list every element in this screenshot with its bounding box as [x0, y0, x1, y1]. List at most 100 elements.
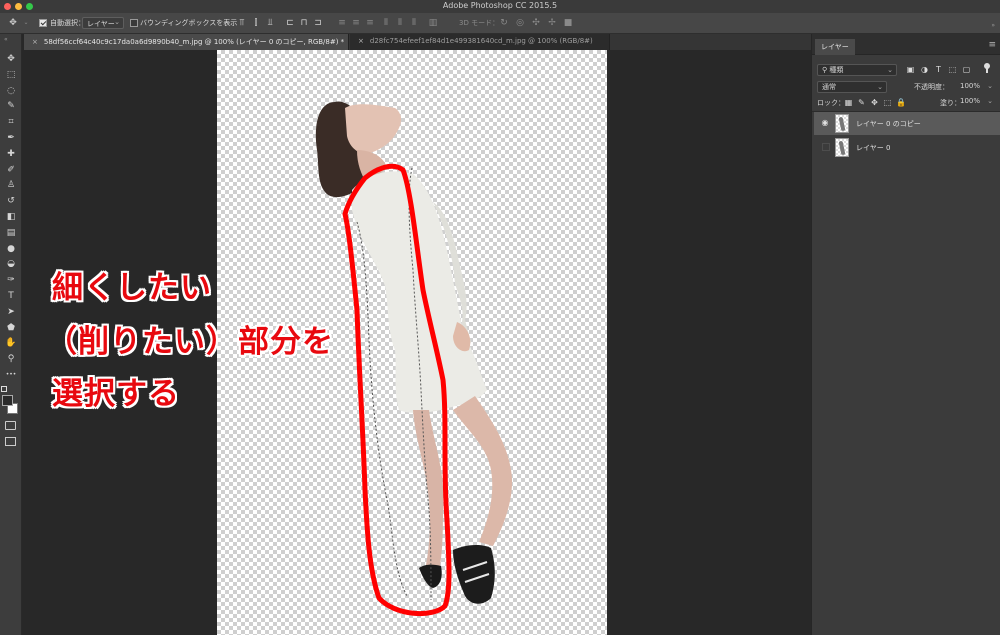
auto-select-checkbox[interactable] [39, 19, 47, 27]
filter-adjustment-icon[interactable]: ◑ [920, 65, 929, 74]
lock-position-icon[interactable]: ✥ [870, 98, 879, 107]
foreground-color-swatch[interactable] [2, 395, 13, 406]
fill-value: 100% [960, 97, 981, 105]
align-right-icon[interactable]: ⊐ [313, 18, 323, 28]
marquee-tool-icon[interactable]: ⬚ [3, 68, 19, 82]
opacity-input[interactable]: 100% ⌄ [956, 81, 996, 93]
tools-panel: « ✥ ⬚ ◌ ✎ ⌗ ✒ ✚ ✐ ♙ ↺ ◧ ▤ ● ◒ ✑ T ➤ ⬟ ✋ ⚲ ••• [0, 34, 22, 635]
blur-tool-icon[interactable]: ● [3, 242, 19, 256]
eyedropper-tool-icon[interactable]: ✒ [3, 131, 19, 145]
filter-kind-select[interactable]: ⚲ 種類 ⌄ [817, 64, 897, 76]
layer-row[interactable]: ◉ レイヤー 0 のコピー [814, 112, 1000, 135]
type-tool-icon[interactable]: T [3, 289, 19, 303]
brush-tool-icon[interactable]: ✐ [3, 163, 19, 177]
eye-icon[interactable]: ◉ [820, 118, 830, 128]
path-select-tool-icon[interactable]: ➤ [3, 305, 19, 319]
distribute-bottom-icon[interactable]: ≡ [365, 18, 375, 28]
distribute-vcenter-icon[interactable]: ≡ [351, 18, 361, 28]
pen-tool-icon[interactable]: ✑ [3, 273, 19, 287]
eraser-tool-icon[interactable]: ◧ [3, 210, 19, 224]
zoom-tool-icon[interactable]: ⚲ [3, 352, 19, 366]
default-colors-icon[interactable] [1, 386, 7, 392]
align-left-icon[interactable]: ⊏ [285, 18, 295, 28]
more-tools-icon[interactable]: ••• [3, 368, 19, 382]
filter-type-icon[interactable]: T [934, 65, 943, 74]
lock-artboard-icon[interactable]: ⬚ [883, 98, 892, 107]
hand-tool-icon[interactable]: ✋ [3, 336, 19, 350]
move-tool-preset-icon[interactable]: ✥ [8, 18, 18, 28]
align-horizontal-center-icon[interactable]: ⊓ [299, 18, 309, 28]
move-tool-icon[interactable]: ✥ [3, 52, 19, 66]
panel-menu-icon[interactable]: ≡ [988, 40, 996, 50]
doc-tab-1-label: 58df56ccf64c40c9c17da0a6d9890b40_m.jpg @… [43, 38, 345, 46]
collapse-panel-icon[interactable]: » [991, 22, 995, 29]
history-brush-tool-icon[interactable]: ↺ [3, 194, 19, 208]
quick-mask-icon[interactable] [5, 421, 16, 430]
align-vertical-center-icon[interactable]: ⫿ [251, 18, 261, 28]
distribute-hcenter-icon[interactable]: ⦀ [395, 18, 405, 28]
layers-tab[interactable]: レイヤー [815, 39, 855, 55]
chevron-down-icon: ⌄ [114, 18, 120, 26]
visibility-toggle-off[interactable] [822, 143, 830, 151]
align-bottom-icon[interactable]: ⫫ [265, 18, 275, 28]
lock-all-icon[interactable]: 🔒 [896, 98, 906, 107]
bounding-box-checkbox[interactable] [130, 19, 138, 27]
shape-tool-icon[interactable]: ⬟ [3, 321, 19, 335]
screen-mode-icon[interactable] [5, 437, 16, 446]
doc-tab-2[interactable]: × d28fc754efeef1ef84d1e499381640cd_m.jpg … [350, 34, 610, 50]
gradient-tool-icon[interactable]: ▤ [3, 226, 19, 240]
lock-image-icon[interactable]: ✎ [857, 98, 866, 107]
distribute-top-icon[interactable]: ≡ [337, 18, 347, 28]
healing-brush-tool-icon[interactable]: ✚ [3, 147, 19, 161]
3d-slide-icon[interactable]: ✢ [547, 18, 557, 28]
right-leg-shape [453, 396, 513, 546]
layer-row[interactable]: レイヤー 0 [814, 136, 1000, 159]
annotation-line-1: 細くしたい [52, 270, 212, 306]
close-tab-icon[interactable]: × [32, 38, 38, 46]
toolbar-collapse-icon[interactable]: « [4, 36, 8, 43]
options-bar: ✥ ⌄ 自動選択： レイヤー ⌄ バウンディングボックスを表示 ⫪ ⫿ ⫫ ⊏ … [0, 13, 1000, 34]
auto-select-target-select[interactable]: レイヤー ⌄ [82, 17, 124, 29]
distribute-left-icon[interactable]: ⦀ [381, 18, 391, 28]
layer-thumbnail [835, 138, 849, 157]
3d-scale-icon[interactable]: ■ [563, 18, 573, 28]
lasso-tool-icon[interactable]: ◌ [3, 84, 19, 98]
chevron-down-icon: ⌄ [887, 66, 893, 74]
dodge-tool-icon[interactable]: ◒ [3, 257, 19, 271]
opacity-value: 100% [960, 82, 981, 90]
auto-select-target-value: レイヤー [87, 20, 115, 28]
filter-toggle-icon[interactable] [984, 63, 990, 73]
blend-mode-select[interactable]: 通常 ⌄ [817, 81, 887, 93]
3d-rotate-icon[interactable]: ↻ [499, 18, 509, 28]
dress-shape [352, 171, 487, 413]
face-shape [345, 104, 402, 154]
filter-kind-value: 種類 [829, 66, 844, 74]
annotation-line-3: 選択する [52, 376, 180, 412]
distribute-right-icon[interactable]: ⦀ [409, 18, 419, 28]
quick-select-tool-icon[interactable]: ✎ [3, 99, 19, 113]
crop-tool-icon[interactable]: ⌗ [3, 115, 19, 129]
auto-align-icon[interactable]: ▥ [428, 18, 438, 28]
chevron-down-icon: ⌄ [987, 82, 993, 90]
filter-smart-object-icon[interactable]: ▢ [962, 65, 971, 74]
clone-stamp-tool-icon[interactable]: ♙ [3, 178, 19, 192]
close-tab-icon[interactable]: × [358, 37, 364, 45]
search-icon: ⚲ [822, 66, 828, 74]
layer-name: レイヤー 0 のコピー [856, 120, 921, 128]
bounding-box-label: バウンディングボックスを表示 [140, 19, 238, 27]
auto-select-label: 自動選択： [50, 19, 85, 27]
chevron-down-icon[interactable]: ⌄ [21, 18, 31, 28]
lock-transparent-icon[interactable]: ▦ [844, 98, 853, 107]
align-top-icon[interactable]: ⫪ [237, 18, 247, 28]
fill-input[interactable]: 100% ⌄ [956, 96, 996, 108]
filter-shape-icon[interactable]: ⬚ [948, 65, 957, 74]
doc-tab-1[interactable]: × 58df56ccf64c40c9c17da0a6d9890b40_m.jpg … [24, 34, 349, 50]
3d-pan-icon[interactable]: ✣ [531, 18, 541, 28]
3d-roll-icon[interactable]: ◎ [515, 18, 525, 28]
filter-pixel-icon[interactable]: ▣ [906, 65, 915, 74]
layers-panel: レイヤー ≡ » ⚲ 種類 ⌄ ▣ ◑ T ⬚ ▢ 通常 ⌄ 不透明度： 100… [811, 22, 1000, 635]
chevron-down-icon: ⌄ [987, 97, 993, 105]
chevron-down-icon: ⌄ [877, 83, 883, 91]
opacity-label: 不透明度： [914, 83, 949, 91]
left-leg-shape [413, 410, 444, 572]
